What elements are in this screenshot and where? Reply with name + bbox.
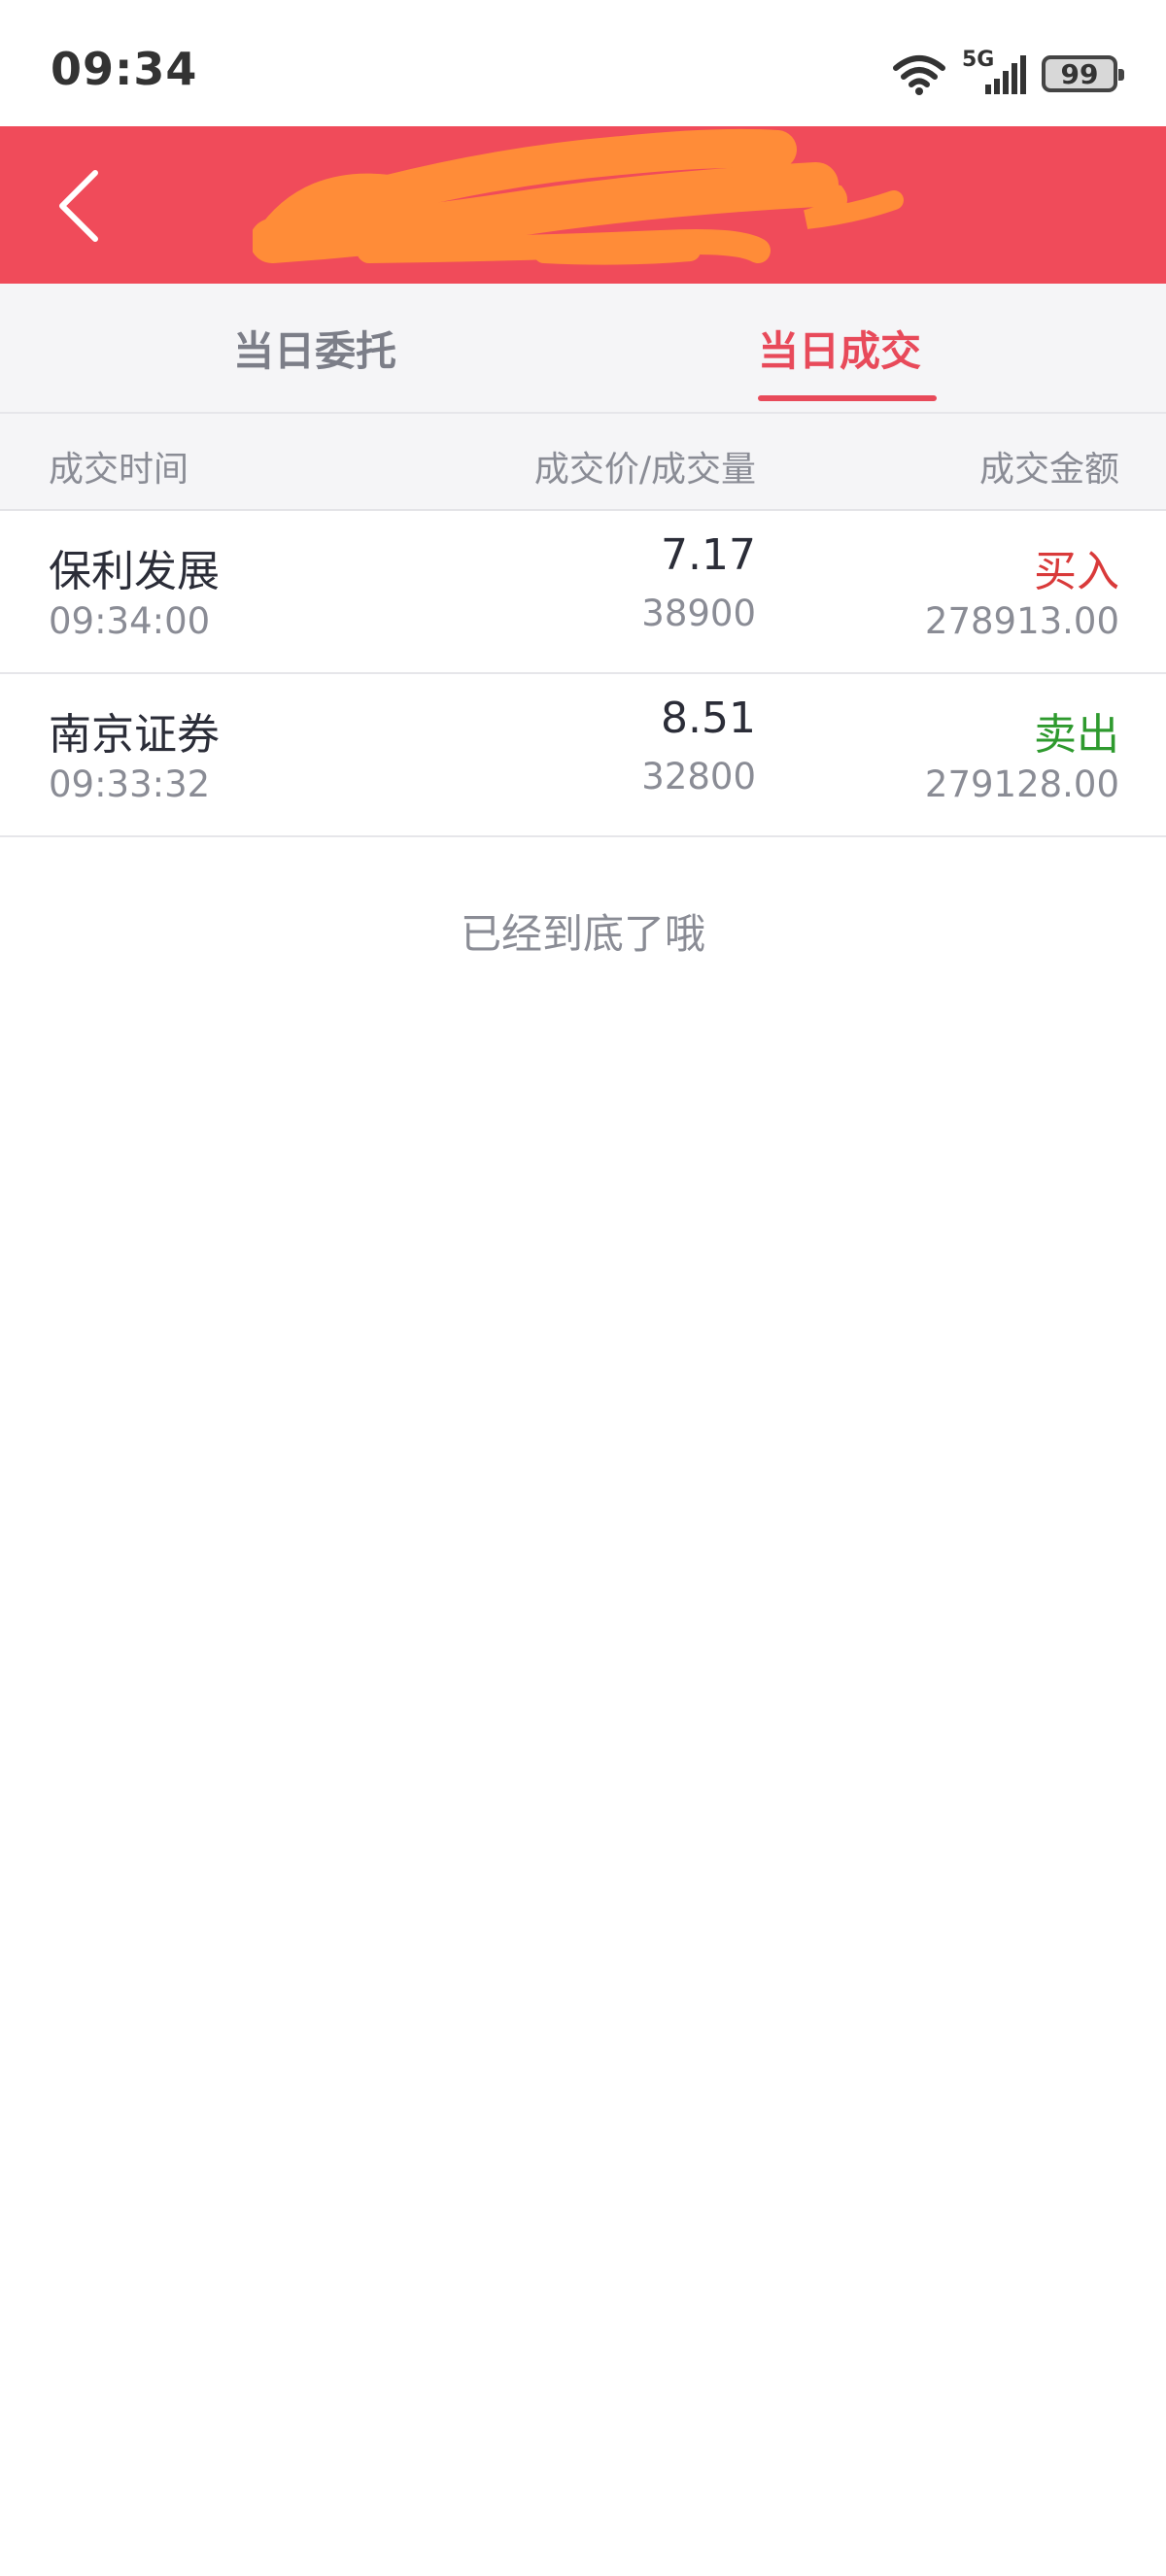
trade-volume: 32800 [641, 756, 756, 797]
trade-direction-sell: 卖出 [1034, 710, 1119, 760]
stock-name: 保利发展 [49, 547, 220, 596]
column-header-price-volume: 成交价/成交量 [533, 450, 756, 490]
active-tab-indicator [758, 395, 937, 401]
status-bar: 09:34 5G 99 [0, 0, 1166, 126]
tab-today-trades[interactable]: 当日成交 [583, 284, 1166, 412]
trade-row[interactable]: 保利发展 09:34:00 7.17 38900 买入 278913.00 [0, 511, 1166, 674]
status-time: 09:34 [51, 43, 198, 95]
back-button[interactable] [49, 165, 117, 243]
column-header-amount: 成交金额 [978, 450, 1119, 490]
stock-name: 南京证券 [49, 710, 220, 760]
header-bar [0, 126, 1166, 284]
page: 09:34 5G 99 当日委托 当日成交 成交时间 成交价/成交量 成交金额 … [0, 0, 1166, 2576]
redacted-title-scribble [253, 128, 904, 265]
trade-price: 7.17 [661, 530, 756, 580]
battery-icon: 99 [1042, 55, 1124, 92]
trade-price: 8.51 [661, 694, 756, 743]
battery-level: 99 [1060, 57, 1099, 90]
end-of-list-text: 已经到底了哦 [460, 910, 705, 958]
trade-volume: 38900 [641, 593, 756, 634]
status-icons: 5G 99 [892, 48, 1124, 99]
column-header-time: 成交时间 [49, 450, 189, 490]
column-header: 成交时间 成交价/成交量 成交金额 [0, 414, 1166, 511]
tab-bar: 当日委托 当日成交 [0, 284, 1166, 414]
cellular-signal-icon: 5G [962, 48, 1026, 96]
trade-amount: 278913.00 [924, 600, 1119, 642]
chevron-left-icon [59, 170, 98, 242]
trade-row[interactable]: 南京证券 09:33:32 8.51 32800 卖出 279128.00 [0, 674, 1166, 837]
trade-time: 09:33:32 [49, 763, 211, 805]
trade-time: 09:34:00 [49, 600, 211, 642]
tab-today-orders[interactable]: 当日委托 [29, 284, 612, 412]
trade-amount: 279128.00 [924, 763, 1119, 805]
trade-direction-buy: 买入 [1034, 547, 1119, 596]
wifi-icon [893, 55, 945, 95]
